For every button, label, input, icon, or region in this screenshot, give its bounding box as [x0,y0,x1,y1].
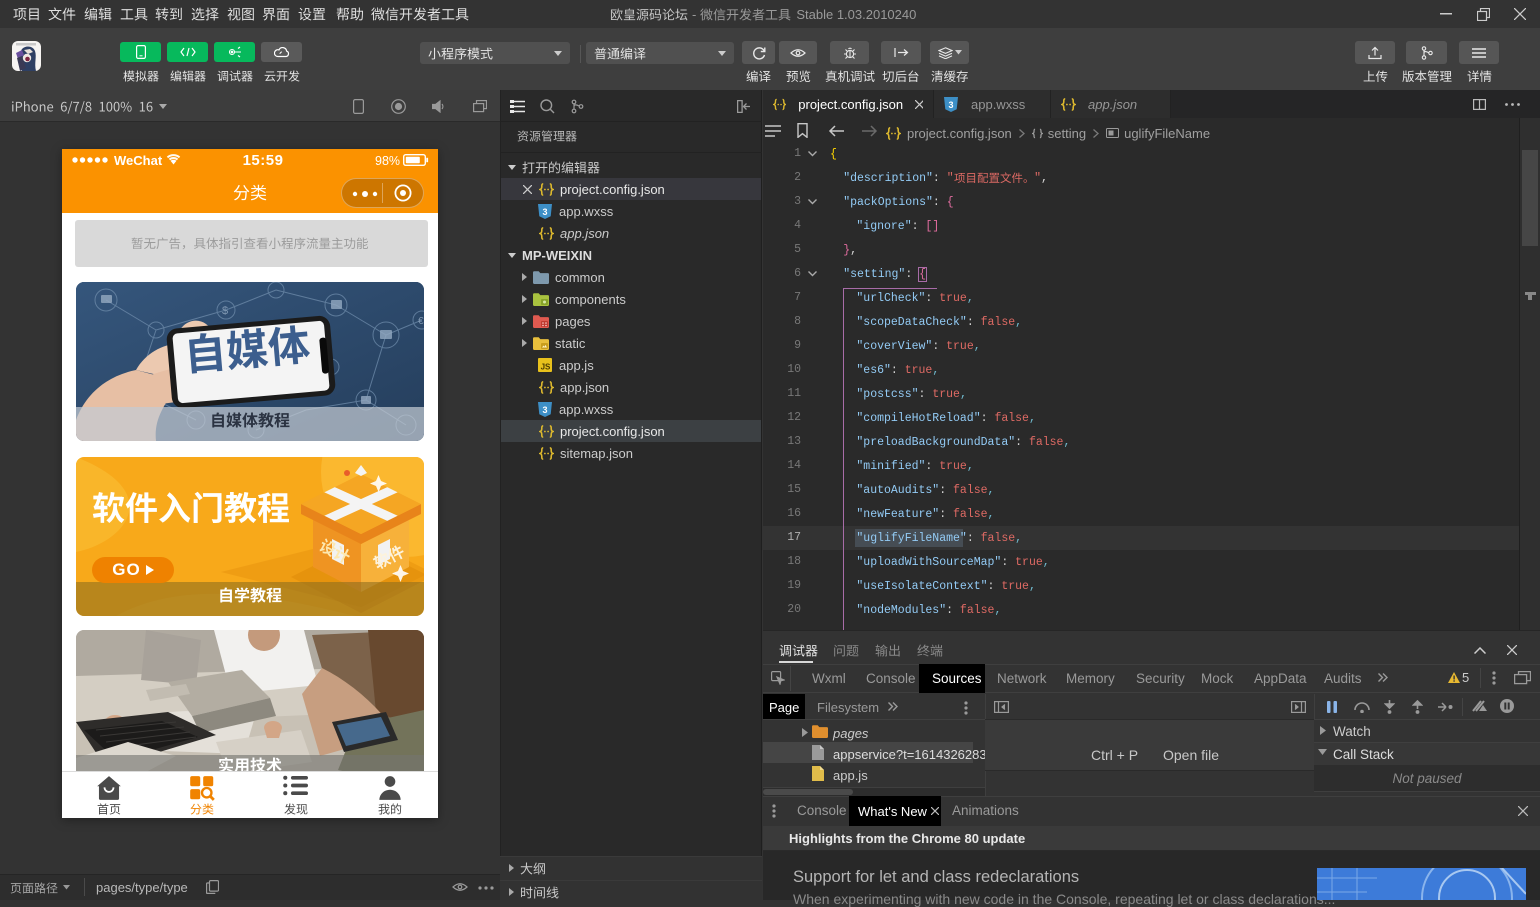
svg-text:3: 3 [542,207,547,217]
svg-text:3: 3 [948,100,953,110]
svg-text:$: $ [222,305,228,317]
svg-text:3: 3 [542,405,547,415]
svg-text:JS: JS [541,363,551,372]
svg-text:€: € [418,316,424,327]
